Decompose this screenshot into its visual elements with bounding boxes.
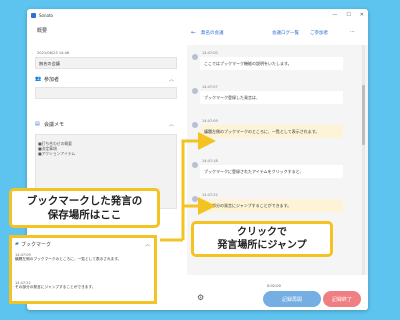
jump-arrow-upper	[181, 132, 216, 240]
callout-arrows	[160, 132, 216, 242]
jump-arrow-lower	[181, 197, 216, 240]
